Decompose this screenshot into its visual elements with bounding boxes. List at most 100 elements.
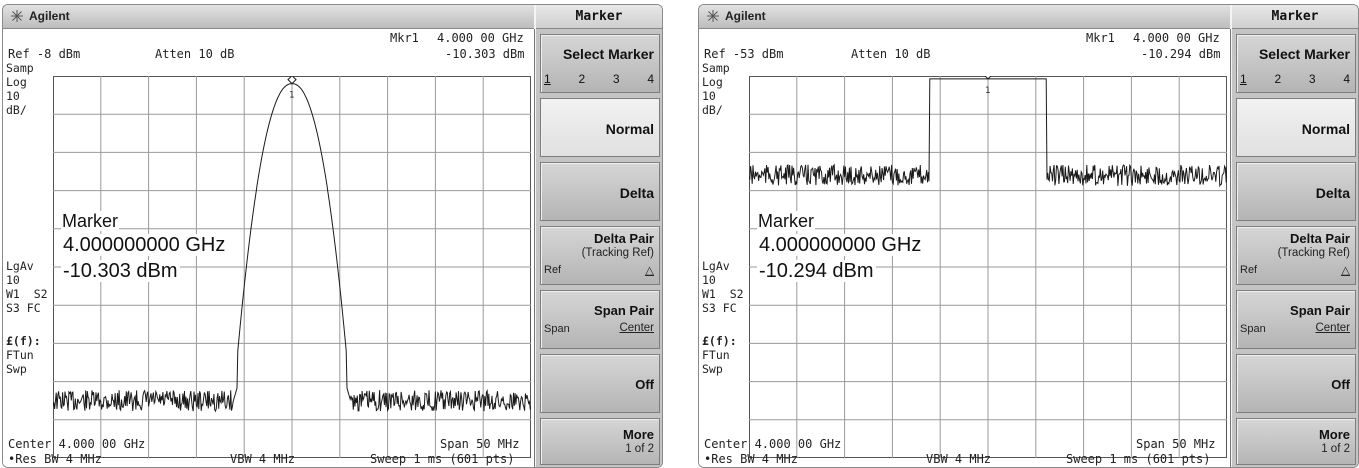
marker-option[interactable]: 1 [544,72,551,86]
marker-option[interactable]: 3 [613,72,620,86]
marker-option[interactable]: 4 [1343,72,1350,86]
brand-label: Agilent [29,9,70,23]
normal-label: Normal [605,121,654,137]
detector-samp: Samp [6,61,34,75]
span-pair-span: Span [1240,323,1266,335]
vbw: VBW 4 MHz [926,452,992,466]
swp-label: Swp [702,362,723,376]
marker-option[interactable]: 4 [647,72,654,86]
normal-button[interactable]: Normal [1236,98,1356,157]
res-bw: •Res BW 4 MHz [704,452,798,466]
off-label: Off [1331,377,1350,392]
span-pair-label: Span Pair [1290,303,1350,318]
phase-noise-label: £(f): [6,334,41,348]
marker-label: Mkr1 [1086,31,1115,45]
agilent-logo-icon [11,10,23,22]
delta-pair-label: Delta Pair [1290,231,1350,246]
more-label: More [1318,427,1350,442]
phase-noise-label: £(f): [702,334,737,348]
marker-freq-readout: 4.000 00 GHz [1133,31,1220,45]
center-freq: Center 4.000 00 GHz [704,437,842,451]
swp-label: Swp [6,362,27,376]
attenuation: Atten 10 dB [851,47,931,61]
marker-number-selector[interactable]: 1 2 3 4 [544,72,654,86]
scale-units: dB/ [702,103,723,117]
marker-readout-amp: -10.294 dBm [757,260,876,282]
span-pair-label: Span Pair [594,303,654,318]
delta-pair-delta: △ [1341,265,1350,277]
sweep: Sweep 1 ms (601 pts) [1066,452,1211,466]
sweep: Sweep 1 ms (601 pts) [370,452,515,466]
softkey-menu-title: Marker [1232,5,1358,29]
delta-pair-delta: △ [645,265,654,277]
delta-pair-ref: Ref [1240,264,1258,276]
scale-log: Log [6,75,27,89]
marker-option[interactable]: 1 [1240,72,1247,86]
agilent-logo-icon [707,10,719,22]
delta-button[interactable]: Delta [540,162,660,221]
delta-pair-ref: Ref [544,264,562,276]
span-pair-span: Span [544,323,570,335]
marker-amp-readout: -10.303 dBm [445,47,525,61]
center-freq: Center 4.000 00 GHz [8,437,146,451]
marker-label: Mkr1 [390,31,419,45]
delta-pair-button[interactable]: Delta Pair (Tracking Ref) Ref △ [540,226,660,285]
delta-pair-label: Delta Pair [594,231,654,246]
display-screen: Mkr1 4.000 00 GHz Ref -53 dBm Atten 10 d… [699,29,1231,467]
select-marker-button[interactable]: Select Marker 1 2 3 4 [1236,34,1356,93]
attenuation: Atten 10 dB [155,47,235,61]
delta-pair-button[interactable]: Delta Pair (Tracking Ref) Ref △ [1236,226,1356,285]
softkey-panel: Marker Select Marker 1 2 3 4 Normal Delt… [1232,5,1358,467]
analyzer-window-left: Agilent Mkr1 4.000 00 GHz Ref -8 dBm Att… [2,4,663,468]
marker-option[interactable]: 2 [1274,72,1281,86]
trace-w1s2: W1 S2 [6,287,48,301]
span: Span 50 MHz [1136,437,1216,451]
normal-button[interactable]: Normal [540,98,660,157]
analyzer-window-right: Agilent Mkr1 4.000 00 GHz Ref -53 dBm At… [698,4,1359,468]
off-button[interactable]: Off [540,354,660,413]
marker-amp-readout: -10.294 dBm [1141,47,1221,61]
trace-s3fc: S3 FC [702,301,737,315]
vbw: VBW 4 MHz [230,452,296,466]
trace-w1s2: W1 S2 [702,287,744,301]
more-button[interactable]: More 1 of 2 [1236,418,1356,465]
avg-type: LgAv [6,259,34,273]
marker-number: 1 [289,91,294,101]
display-screen: Mkr1 4.000 00 GHz Ref -8 dBm Atten 10 dB… [3,29,535,467]
span-pair-button[interactable]: Span Pair Span Center [1236,290,1356,349]
span-pair-button[interactable]: Span Pair Span Center [540,290,660,349]
ref-level: Ref -53 dBm [704,47,784,61]
marker-readout-title: Marker [61,211,120,231]
marker-option[interactable]: 2 [578,72,585,86]
avg-count: 10 [702,273,716,287]
marker-number-selector[interactable]: 1 2 3 4 [1240,72,1350,86]
select-marker-button[interactable]: Select Marker 1 2 3 4 [540,34,660,93]
marker-freq-readout: 4.000 00 GHz [437,31,524,45]
delta-label: Delta [619,185,654,201]
off-button[interactable]: Off [1236,354,1356,413]
marker-option[interactable]: 3 [1309,72,1316,86]
res-bw: •Res BW 4 MHz [8,452,102,466]
span-pair-center: Center [619,322,654,334]
delta-label: Delta [1315,185,1350,201]
avg-count: 10 [6,273,20,287]
scale-value: 10 [702,89,716,103]
normal-label: Normal [1301,121,1350,137]
off-label: Off [635,377,654,392]
delta-button[interactable]: Delta [1236,162,1356,221]
marker-number: 1 [985,86,990,96]
detector-samp: Samp [702,61,730,75]
scale-log: Log [702,75,723,89]
span: Span 50 MHz [440,437,520,451]
scale-value: 10 [6,89,20,103]
brand: Agilent [11,9,70,23]
ftun-label: FTun [6,348,34,362]
softkey-menu-title: Marker [536,5,662,29]
trace-s3fc: S3 FC [6,301,41,315]
more-label: More [622,427,654,442]
more-page: 1 of 2 [1321,443,1350,455]
more-button[interactable]: More 1 of 2 [540,418,660,465]
span-pair-center: Center [1315,322,1350,334]
delta-pair-sublabel: (Tracking Ref) [1277,247,1350,259]
delta-pair-sublabel: (Tracking Ref) [581,247,654,259]
